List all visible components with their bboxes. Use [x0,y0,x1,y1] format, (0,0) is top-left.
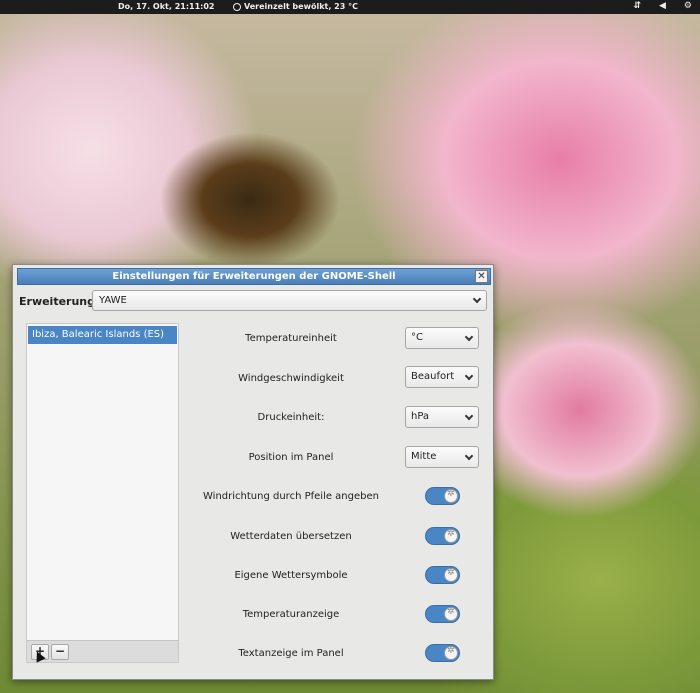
chevron-down-icon [464,411,474,421]
extension-label: Erweiterung [19,294,96,308]
weather-text: Vereinzelt bewölkt, 23 °C [244,2,358,11]
volume-icon[interactable]: ◀ [659,1,666,11]
pressure-unit-label: Druckeinheit: [257,412,325,423]
user-icon[interactable]: ⚙ [684,1,692,11]
temp-unit-select[interactable]: °C [405,327,479,349]
toggle-knob [444,489,458,503]
wind-speed-select[interactable]: Beaufort [405,366,479,388]
temp-unit-label: Temperatureinheit [245,333,337,344]
location-list[interactable]: Ibiza, Balearic Islands (ES) + − [26,323,179,663]
wind-speed-value: Beaufort [411,371,455,382]
translate-data-toggle[interactable] [425,527,460,545]
temp-unit-value: °C [411,332,423,343]
temp-display-label: Temperaturanzeige [242,609,340,620]
panel-position-label: Position im Panel [248,452,334,463]
network-icon[interactable]: ⇵ [633,1,641,11]
temp-display-toggle[interactable] [425,605,460,623]
chevron-down-icon [464,371,474,381]
wind-arrows-label: Windrichtung durch Pfeile angeben [203,491,379,502]
panel-weather[interactable]: Vereinzelt bewölkt, 23 °C [233,2,358,11]
wind-arrows-toggle[interactable] [425,487,460,505]
list-item[interactable]: Ibiza, Balearic Islands (ES) [28,326,177,344]
text-in-panel-label: Textanzeige im Panel [238,648,344,659]
pressure-unit-select[interactable]: hPa [405,406,479,428]
panel-position-select[interactable]: Mitte [405,446,479,468]
chevron-down-icon [472,294,482,304]
toggle-knob [444,607,458,621]
window-title: Einstellungen für Erweiterungen der GNOM… [112,271,396,282]
extension-settings-window: Einstellungen für Erweiterungen der GNOM… [12,264,494,680]
wind-speed-label: Windgeschwindigkeit [238,373,344,384]
extension-select-value: YAWE [99,295,127,306]
weather-icon [233,2,241,11]
chevron-down-icon [464,451,474,461]
text-in-panel-toggle[interactable] [425,644,460,662]
toggle-knob [444,529,458,543]
own-symbols-toggle[interactable] [425,566,460,584]
pressure-unit-value: hPa [411,411,430,422]
panel-position-value: Mitte [411,451,437,462]
extension-row: Erweiterung YAWE [19,290,487,312]
close-button[interactable]: ✕ [475,270,488,283]
chevron-down-icon [464,332,474,342]
list-toolbar: + − [27,640,178,662]
window-titlebar[interactable]: Einstellungen für Erweiterungen der GNOM… [17,268,491,285]
top-panel: Do, 17. Okt, 21:11:02 Vereinzelt bewölkt… [0,0,700,14]
system-tray: ⇵ ◀ ⚙ [633,1,692,11]
remove-location-button[interactable]: − [51,644,69,660]
translate-data-label: Wetterdaten übersetzen [230,531,352,542]
toggle-knob [444,646,458,660]
toggle-knob [444,568,458,582]
extension-select[interactable]: YAWE [92,290,487,311]
own-symbols-label: Eigene Wettersymbole [234,570,348,581]
clock[interactable]: Do, 17. Okt, 21:11:02 [118,2,214,11]
